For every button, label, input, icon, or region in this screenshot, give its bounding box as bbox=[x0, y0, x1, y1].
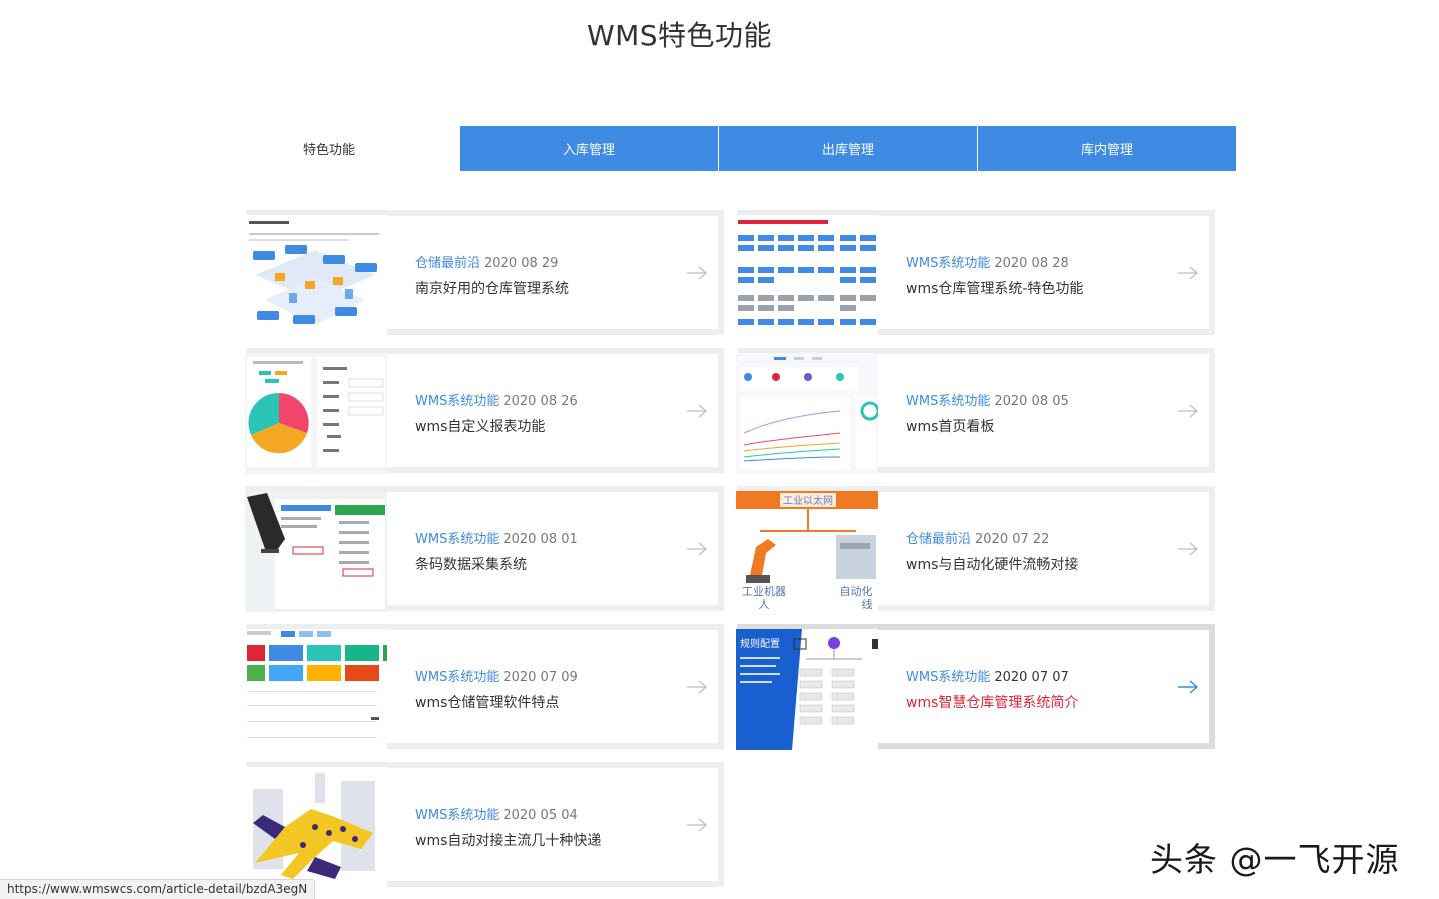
article-card[interactable]: 仓储最前沿 2020 08 29 南京好用的仓库管理系统 bbox=[245, 210, 724, 336]
article-card[interactable]: WMS系统功能 2020 08 26 wms自定义报表功能 bbox=[245, 348, 724, 474]
arrow-right-icon bbox=[687, 542, 707, 556]
article-date: 2020 07 07 bbox=[994, 670, 1069, 685]
arrow-right-icon bbox=[1178, 404, 1198, 418]
arrow-right-icon bbox=[687, 266, 707, 280]
arrow-right-icon bbox=[687, 404, 707, 418]
thumb-label: 工业机器 bbox=[742, 584, 786, 598]
article-title[interactable]: wms智慧仓库管理系统简介 bbox=[906, 692, 1078, 712]
article-card[interactable]: WMS系统功能 2020 08 05 wms首页看板 bbox=[736, 348, 1215, 474]
pie-chart-icon bbox=[245, 353, 387, 474]
tab-bar: 特色功能 入库管理 出库管理 库内管理 bbox=[199, 126, 1236, 171]
article-date: 2020 08 26 bbox=[503, 394, 578, 409]
article-title[interactable]: wms仓库管理系统-特色功能 bbox=[906, 278, 1083, 298]
article-date: 2020 05 04 bbox=[503, 808, 578, 823]
article-card[interactable]: 工业以太网 工业机器 人 自动化 线 仓储最前沿 2020 07 22 wms与自… bbox=[736, 486, 1215, 612]
article-card[interactable]: WMS系统功能 2020 08 28 wms仓库管理系统-特色功能 bbox=[736, 210, 1215, 336]
dashboard-icon bbox=[736, 353, 878, 474]
tab-inbound[interactable]: 入库管理 bbox=[459, 126, 718, 171]
arrow-right-icon bbox=[1178, 680, 1199, 694]
watermark-text: 头条 @一飞开源 bbox=[1150, 840, 1400, 879]
arrow-right-icon bbox=[1178, 542, 1198, 556]
module-grid-icon bbox=[736, 215, 878, 336]
article-title[interactable]: wms自定义报表功能 bbox=[415, 416, 545, 436]
article-title[interactable]: wms与自动化硬件流畅对接 bbox=[906, 554, 1078, 574]
article-category-link[interactable]: WMS系统功能 bbox=[415, 532, 499, 547]
article-title[interactable]: 南京好用的仓库管理系统 bbox=[415, 278, 569, 298]
article-category-link[interactable]: WMS系统功能 bbox=[415, 394, 499, 409]
thumb-label: 工业以太网 bbox=[783, 494, 833, 507]
arrow-right-icon bbox=[687, 680, 707, 694]
article-title[interactable]: wms仓储管理软件特点 bbox=[415, 692, 559, 712]
arrow-right-icon bbox=[1178, 266, 1198, 280]
article-category-link[interactable]: WMS系统功能 bbox=[415, 670, 499, 685]
article-card[interactable]: 规则配置 WMS系统功能 2020 07 07 wms智慧仓库管理系统简介 bbox=[736, 624, 1215, 750]
article-category-link[interactable]: WMS系统功能 bbox=[415, 808, 499, 823]
rule-config-icon: 规则配置 bbox=[736, 629, 878, 750]
article-category-link[interactable]: WMS系统功能 bbox=[906, 394, 990, 409]
tab-featured[interactable]: 特色功能 bbox=[199, 126, 459, 171]
article-card[interactable]: WMS系统功能 2020 08 01 条码数据采集系统 bbox=[245, 486, 724, 612]
article-date: 2020 08 29 bbox=[484, 256, 559, 271]
warehouse-flow-icon bbox=[245, 215, 387, 336]
status-bar-url: https://www.wmswcs.com/article-detail/bz… bbox=[0, 879, 316, 899]
article-date: 2020 08 05 bbox=[994, 394, 1069, 409]
article-date: 2020 07 22 bbox=[975, 532, 1050, 547]
barcode-scanner-icon bbox=[245, 491, 387, 612]
page-title: WMS特色功能 bbox=[586, 19, 773, 52]
article-category-link[interactable]: WMS系统功能 bbox=[906, 670, 990, 685]
article-category-link[interactable]: 仓储最前沿 bbox=[906, 532, 971, 547]
tiles-dashboard-icon bbox=[245, 629, 387, 750]
article-date: 2020 07 09 bbox=[503, 670, 578, 685]
tab-inventory[interactable]: 库内管理 bbox=[977, 126, 1236, 171]
arrow-right-icon bbox=[687, 818, 707, 832]
article-card[interactable]: WMS系统功能 2020 05 04 wms自动对接主流几十种快递 bbox=[245, 762, 724, 888]
robot-arm-icon: 工业以太网 工业机器 人 自动化 线 bbox=[736, 491, 878, 612]
article-title[interactable]: 条码数据采集系统 bbox=[415, 554, 527, 574]
thumb-label: 规则配置 bbox=[740, 637, 780, 650]
thumb-label: 自动化 bbox=[840, 584, 873, 598]
courier-runner-icon bbox=[245, 767, 387, 888]
article-date: 2020 08 28 bbox=[994, 256, 1069, 271]
tab-outbound[interactable]: 出库管理 bbox=[718, 126, 977, 171]
article-title[interactable]: wms自动对接主流几十种快递 bbox=[415, 830, 601, 850]
article-title[interactable]: wms首页看板 bbox=[906, 416, 994, 436]
article-date: 2020 08 01 bbox=[503, 532, 578, 547]
thumb-label: 线 bbox=[862, 597, 873, 611]
article-category-link[interactable]: WMS系统功能 bbox=[906, 256, 990, 271]
thumb-label: 人 bbox=[759, 598, 770, 611]
article-card[interactable]: WMS系统功能 2020 07 09 wms仓储管理软件特点 bbox=[245, 624, 724, 750]
article-category-link[interactable]: 仓储最前沿 bbox=[415, 256, 480, 271]
